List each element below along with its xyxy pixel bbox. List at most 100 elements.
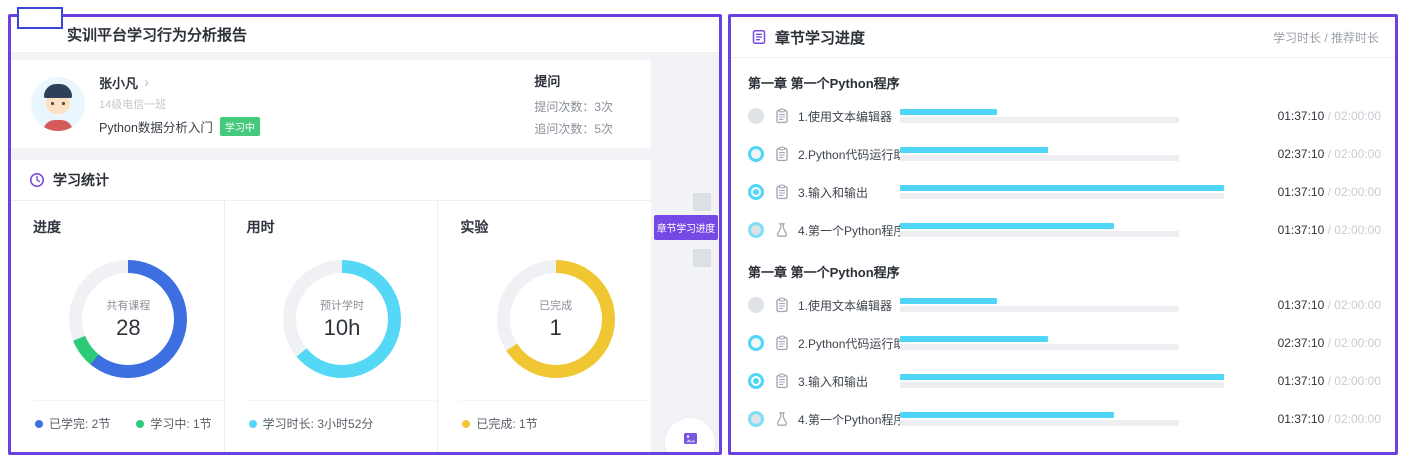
stat-col-experiment: 实验 已完成 1 已完成: 1节 (437, 201, 651, 452)
donut-center-value: 10h (324, 315, 361, 341)
recommended-time: / 02:00:00 (1324, 412, 1381, 426)
recommended-duration-bar (900, 193, 1224, 199)
lesson-label[interactable]: 3.输入和输出 (798, 184, 900, 201)
lesson-status-icon (748, 146, 764, 162)
study-time: 01:37:10 (1278, 109, 1325, 123)
lesson-row[interactable]: 1.使用文本编辑器 01:37:10 / 02:00:00 (748, 286, 1381, 324)
recommended-time: / 02:00:00 (1324, 223, 1381, 237)
study-time: 01:37:10 (1278, 412, 1325, 426)
chapter-section: 第一章 第一个Python程序 1.使用文本编辑器 01:37:10 / 02:… (748, 262, 1381, 438)
study-duration-bar (900, 298, 997, 304)
study-duration-bar (900, 374, 1224, 380)
qa-title: 提问 (534, 71, 613, 90)
study-duration-bar (900, 336, 1048, 342)
avatar (31, 77, 85, 131)
study-time: 01:37:10 (1278, 298, 1325, 312)
donut-center-label: 已完成 (539, 297, 572, 313)
time-donut-chart: 预计学时 10h (283, 260, 401, 378)
lesson-time: 01:37:10 / 02:00:00 (1245, 298, 1381, 312)
lesson-label[interactable]: 4.第一个Python程序 (798, 222, 900, 239)
flask-icon (774, 411, 790, 427)
duration-bars (900, 374, 1245, 388)
lesson-label[interactable]: 1.使用文本编辑器 (798, 297, 900, 314)
duration-legend-label: 学习时长 / 推荐时长 (1273, 29, 1379, 46)
report-body: 张小凡 › 14级电信一班 Python数据分析入门 学习中 提问 提问次数：3… (11, 53, 719, 452)
lesson-row[interactable]: 2.Python代码运行助手 02:37:10 / 02:00:00 (748, 324, 1381, 362)
image-icon (684, 433, 697, 444)
lesson-time: 01:37:10 / 02:00:00 (1245, 185, 1381, 199)
lesson-label[interactable]: 4.第一个Python程序 (798, 411, 900, 428)
floating-action-button[interactable] (665, 418, 715, 455)
page: 实训平台学习行为分析报告 张小凡 › (0, 0, 1405, 461)
chapter-section: 第一章 第一个Python程序 1.使用文本编辑器 01:37:10 / 02:… (748, 73, 1381, 249)
legend-label: 已学完: 2节 (49, 415, 110, 432)
study-time: 02:37:10 (1278, 336, 1325, 350)
recommended-duration-bar (900, 306, 1179, 312)
avatar-eye (51, 102, 54, 105)
study-duration-bar (900, 147, 1048, 153)
lesson-status-icon (748, 335, 764, 351)
legend-item: 已完成: 1节 (462, 415, 537, 432)
lesson-row[interactable]: 4.第一个Python程序 01:37:10 / 02:00:00 (748, 211, 1381, 249)
legend-dot-icon (249, 420, 257, 428)
legend-label: 学习时长: 3小时52分 (263, 415, 374, 432)
chapter-progress-panel: 章节学习进度 学习时长 / 推荐时长 第一章 第一个Python程序 1.使用文… (728, 14, 1398, 455)
user-class: 14级电信一班 (99, 96, 534, 112)
recommended-time: / 02:00:00 (1324, 147, 1381, 161)
qa-block: 提问 提问次数：3次 追问次数：5次 (534, 71, 613, 137)
lesson-label[interactable]: 2.Python代码运行助手 (798, 146, 900, 163)
lesson-time: 02:37:10 / 02:00:00 (1245, 147, 1381, 161)
report-main-column: 张小凡 › 14级电信一班 Python数据分析入门 学习中 提问 提问次数：3… (11, 53, 651, 452)
recommended-duration-bar (900, 344, 1179, 350)
duration-bars (900, 298, 1245, 312)
clipboard-icon (774, 373, 790, 389)
legend-label: 已完成: 1节 (476, 415, 537, 432)
lesson-time: 02:37:10 / 02:00:00 (1245, 336, 1381, 350)
duration-bars (900, 109, 1245, 123)
recommended-time: / 02:00:00 (1324, 185, 1381, 199)
legend: 学习时长: 3小时52分 (247, 400, 438, 452)
lesson-label[interactable]: 2.Python代码运行助手 (798, 335, 900, 352)
avatar-eye (62, 102, 65, 105)
lesson-row[interactable]: 2.Python代码运行助手 02:37:10 / 02:00:00 (748, 135, 1381, 173)
legend-label: 学习中: 1节 (150, 415, 211, 432)
donut-center-label: 预计学时 (320, 297, 364, 313)
lesson-label[interactable]: 3.输入和输出 (798, 373, 900, 390)
lesson-status-icon (748, 411, 764, 427)
user-name: 张小凡 (99, 73, 138, 92)
duration-bars (900, 147, 1245, 161)
clipboard-icon (774, 184, 790, 200)
qa-ask-count: 提问次数：3次 (534, 98, 613, 115)
lesson-status-icon (748, 373, 764, 389)
clock-icon (29, 172, 45, 188)
lesson-row[interactable]: 1.使用文本编辑器 01:37:10 / 02:00:00 (748, 97, 1381, 135)
recommended-time: / 02:00:00 (1324, 374, 1381, 388)
lesson-row[interactable]: 3.输入和输出 01:37:10 / 02:00:00 (748, 362, 1381, 400)
duration-bars (900, 185, 1245, 199)
clipboard-icon (774, 108, 790, 124)
lesson-time: 01:37:10 / 02:00:00 (1245, 109, 1381, 123)
lesson-time: 01:37:10 / 02:00:00 (1245, 374, 1381, 388)
legend-dot-icon (136, 420, 144, 428)
lesson-status-icon (748, 222, 764, 238)
status-badge: 学习中 (220, 117, 260, 136)
experiment-donut-chart: 已完成 1 (497, 260, 615, 378)
donut-center-label: 共有课程 (106, 297, 150, 313)
side-strip: 章节学习进度 (651, 53, 719, 452)
lesson-row[interactable]: 3.输入和输出 01:37:10 / 02:00:00 (748, 173, 1381, 211)
stats-title: 学习统计 (53, 170, 109, 190)
user-info: 张小凡 › 14级电信一班 Python数据分析入门 学习中 (99, 73, 534, 136)
study-time: 02:37:10 (1278, 147, 1325, 161)
legend: 已学完: 2节 学习中: 1节 (33, 400, 224, 452)
study-time: 01:37:10 (1278, 185, 1325, 199)
report-title: 实训平台学习行为分析报告 (11, 17, 719, 53)
recommended-time: / 02:00:00 (1324, 109, 1381, 123)
legend-item: 学习中: 1节 (136, 415, 211, 432)
recommended-time: / 02:00:00 (1324, 336, 1381, 350)
study-duration-bar (900, 412, 1114, 418)
lesson-row[interactable]: 4.第一个Python程序 01:37:10 / 02:00:00 (748, 400, 1381, 438)
lesson-label[interactable]: 1.使用文本编辑器 (798, 108, 900, 125)
chevron-right-icon[interactable]: › (144, 75, 149, 90)
chapter-progress-tab-button[interactable]: 章节学习进度 (654, 215, 718, 240)
col-heading: 用时 (247, 217, 438, 237)
